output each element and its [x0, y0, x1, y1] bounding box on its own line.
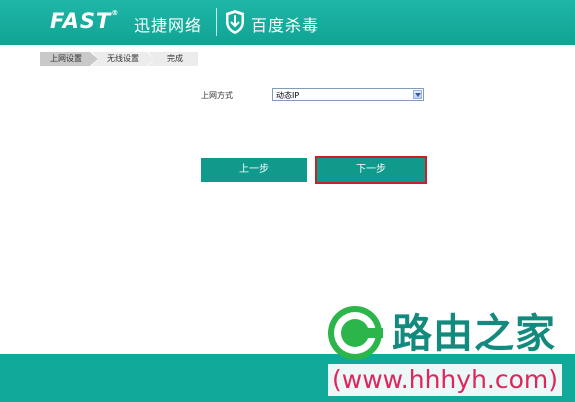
step-wireless-setup: 无线设置 [92, 52, 154, 66]
connection-type-value: 动态IP [276, 91, 300, 100]
baidu-antivirus-label: 百度杀毒 [251, 16, 320, 35]
fast-logo: FAST® [50, 9, 120, 33]
watermark-site-name: 路由之家 [392, 311, 556, 357]
connection-type-select[interactable]: 动态IP [272, 88, 424, 101]
header-divider [216, 8, 217, 36]
next-step-button[interactable]: 下一步 [315, 156, 427, 184]
step-internet-setup: 上网设置 [40, 52, 98, 66]
top-banner: FAST® 迅捷网络 百度杀毒 [0, 0, 575, 45]
watermark-logo-icon [326, 304, 384, 362]
brand-chinese-name: 迅捷网络 [134, 16, 203, 35]
setup-steps-breadcrumb: 上网设置 无线设置 完成 [40, 52, 200, 66]
watermark-site-url: (www.hhhyh.com) [328, 364, 563, 396]
chevron-down-icon[interactable] [413, 90, 422, 99]
previous-step-button[interactable]: 上一步 [201, 158, 307, 182]
connection-type-label: 上网方式 [201, 91, 233, 100]
step-finish: 完成 [148, 52, 198, 66]
baidu-antivirus-shield-icon [224, 9, 246, 35]
